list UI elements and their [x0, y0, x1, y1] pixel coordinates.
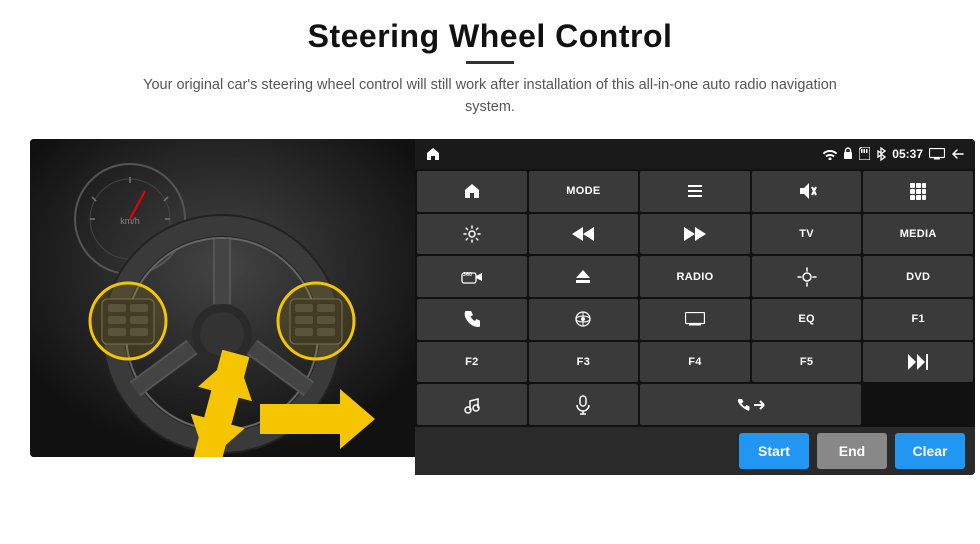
status-right: 05:37 — [823, 147, 965, 161]
btn-navi[interactable] — [529, 299, 639, 340]
btn-tv[interactable]: TV — [752, 214, 862, 255]
btn-eq[interactable]: EQ — [752, 299, 862, 340]
btn-apps[interactable] — [863, 171, 973, 212]
svg-text:360: 360 — [463, 272, 472, 278]
btn-f3[interactable]: F3 — [529, 342, 639, 383]
page-title: Steering Wheel Control — [130, 18, 850, 55]
btn-phone[interactable] — [417, 299, 527, 340]
start-button[interactable]: Start — [739, 433, 809, 469]
button-grid: MODE — [415, 169, 975, 427]
btn-f2[interactable]: F2 — [417, 342, 527, 383]
back-icon — [951, 148, 965, 160]
page-subtitle: Your original car's steering wheel contr… — [130, 74, 850, 119]
btn-f1[interactable]: F1 — [863, 299, 973, 340]
btn-music[interactable] — [417, 384, 527, 425]
btn-brightness[interactable] — [752, 256, 862, 297]
btn-eject[interactable] — [529, 256, 639, 297]
btn-screen[interactable] — [640, 299, 750, 340]
clear-button[interactable]: Clear — [895, 433, 965, 469]
btn-mute[interactable] — [752, 171, 862, 212]
btn-mic[interactable] — [529, 384, 639, 425]
sd-card-icon — [859, 147, 870, 160]
btn-360cam[interactable]: 360 — [417, 256, 527, 297]
steering-wheel-image: km/h — [30, 139, 415, 457]
wifi-icon — [823, 148, 837, 160]
btn-next[interactable] — [640, 214, 750, 255]
car-background: km/h — [30, 139, 415, 457]
title-section: Steering Wheel Control Your original car… — [130, 18, 850, 133]
btn-settings[interactable] — [417, 214, 527, 255]
btn-home[interactable] — [417, 171, 527, 212]
home-icon — [425, 146, 441, 162]
end-button[interactable]: End — [817, 433, 887, 469]
btn-radio[interactable]: RADIO — [640, 256, 750, 297]
page-container: Steering Wheel Control Your original car… — [0, 0, 980, 544]
status-left — [425, 146, 441, 162]
btn-media[interactable]: MEDIA — [863, 214, 973, 255]
btn-playpause[interactable] — [863, 342, 973, 383]
title-divider — [466, 61, 514, 64]
status-bar: 05:37 — [415, 139, 975, 169]
btn-f4[interactable]: F4 — [640, 342, 750, 383]
action-bar: Start End Clear — [415, 427, 975, 475]
control-panel: 05:37 — [415, 139, 975, 475]
btn-list[interactable] — [640, 171, 750, 212]
car-image-section: km/h — [30, 139, 415, 457]
btn-volphone[interactable] — [640, 384, 861, 425]
display-icon — [929, 148, 945, 160]
lock-icon — [843, 147, 853, 160]
content-row: km/h — [30, 139, 950, 475]
bluetooth-icon — [876, 147, 886, 161]
btn-prev[interactable] — [529, 214, 639, 255]
btn-f5[interactable]: F5 — [752, 342, 862, 383]
btn-dvd[interactable]: DVD — [863, 256, 973, 297]
btn-mode[interactable]: MODE — [529, 171, 639, 212]
status-time: 05:37 — [892, 147, 923, 161]
